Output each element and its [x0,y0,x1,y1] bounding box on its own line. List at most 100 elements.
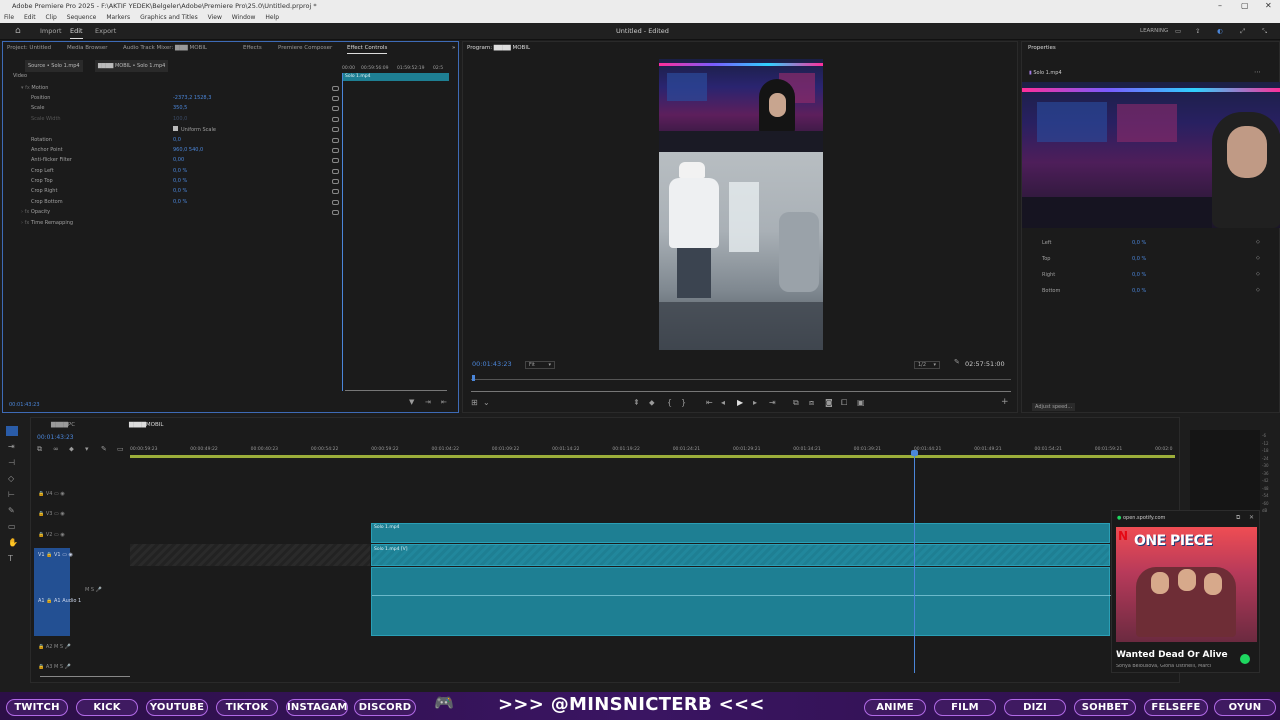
prop-scale-value[interactable]: 350,5 [173,105,187,111]
resolution-dropdown[interactable]: 1/2 ▾ [914,361,940,369]
pen-icon[interactable]: ✎ [8,506,15,515]
step-back-icon[interactable]: ◂ [721,398,725,407]
uniform-scale-checkbox[interactable]: Uniform Scale [173,126,216,133]
reset-icon[interactable] [332,117,339,122]
mark-out-icon[interactable]: } [681,398,686,407]
tab-premiere-composer[interactable]: Premiere Composer [278,42,332,54]
prop-position-value[interactable]: -2373,2 1528,3 [173,95,211,101]
liked-check-icon[interactable] [1240,654,1250,664]
progress-icon[interactable]: ◐ [1217,23,1223,40]
export-tab[interactable]: Export [95,23,116,40]
go-to-in-icon[interactable]: ⇤ [706,398,713,407]
tab-effect-controls[interactable]: Effect Controls [347,42,388,54]
step-forward-icon[interactable]: ▸ [753,398,757,407]
ripple-edit-icon[interactable]: ⊣ [8,458,15,467]
type-icon[interactable]: T [8,554,13,563]
track-v4-toggles[interactable]: 🔒 V4 ▭ ◉ [38,491,65,497]
reset-icon[interactable] [332,158,339,163]
wrench-small-icon[interactable]: ⌄ [483,398,490,407]
share-icon[interactable]: ⇪ [1195,23,1200,40]
keyframe-icon[interactable]: ◇ [1256,255,1260,261]
camera-icon[interactable]: ◙ [825,398,833,407]
prop-rotation-value[interactable]: 0,0 [173,137,181,143]
timeline-scrollbar[interactable] [40,676,130,677]
captions-icon[interactable]: ▭ [117,445,124,453]
timeline-tab-pc[interactable]: ▇▇▇▇PC [51,419,75,431]
prop-time-remapping[interactable]: › fx Time Remapping [21,220,73,226]
minimize-icon[interactable]: – [1218,0,1222,12]
adjust-speed-button[interactable]: Adjust speed... [1032,403,1076,411]
fullscreen-icon[interactable]: ⤢ [1240,23,1245,40]
prop-crop-right-value[interactable]: 0,0 % [173,188,187,194]
prop-motion[interactable]: ▾ fx Motion [21,85,48,91]
program-scrubber[interactable] [471,379,1011,380]
lift-icon[interactable]: ⇞ [633,398,640,407]
fullscreen-exit-icon[interactable]: ⤡ [1262,23,1267,40]
reset-icon[interactable] [332,179,339,184]
mini-clip-bar[interactable]: Solo 1.mp4 [343,73,449,81]
clip-v2[interactable]: Solo 1.mp4 [371,523,1110,543]
go-to-out-icon[interactable]: ⇥ [769,398,776,407]
prop-opacity[interactable]: › fx Opacity [21,209,50,215]
menu-graphics[interactable]: Graphics and Titles [140,14,198,21]
play-icon[interactable]: ▶ [737,398,743,407]
reset-icon[interactable] [332,127,339,132]
rectangle-icon[interactable]: ▭ [8,522,16,531]
reset-icon[interactable] [332,148,339,153]
menu-view[interactable]: View [208,14,222,21]
program-tab[interactable]: Program: ▇▇▇▇ MOBIL [467,42,530,54]
hand-icon[interactable]: ✋ [8,538,18,547]
album-cover[interactable]: N ONE PIECE [1116,527,1257,642]
menu-sequence[interactable]: Sequence [67,14,97,21]
filter-icon[interactable]: ▼ [409,398,414,406]
prop-crop-left-value[interactable]: 0,0 % [173,168,187,174]
prop-top-value[interactable]: 0,0 % [1132,256,1146,262]
menu-markers[interactable]: Markers [106,14,130,21]
reset-icon[interactable] [332,106,339,111]
marker-icon[interactable]: ⊞ [471,398,478,407]
reset-icon[interactable] [332,189,339,194]
tab-media-browser[interactable]: Media Browser [67,42,108,54]
track-a2-toggles[interactable]: 🔒 A2 M S 🎤 [38,644,71,650]
snap-icon[interactable]: ⧉ [37,445,42,454]
overwrite-icon[interactable]: ⧈ [809,398,814,408]
prop-anchor-value[interactable]: 960,0 540,0 [173,147,203,153]
work-area-bar[interactable] [130,455,1175,458]
sequence-clip-label[interactable]: ▇▇▇▇ MOBIL • Solo 1.mp4 [95,60,169,72]
keyframe-icon[interactable]: ◇ [1256,239,1260,245]
wrench-icon[interactable]: ✎ [954,358,960,366]
menu-help[interactable]: Help [265,14,279,21]
settings-icon[interactable]: ⇤ [441,398,447,406]
source-label[interactable]: Source • Solo 1.mp4 [25,60,83,72]
export-frame-icon[interactable]: ⇥ [425,398,431,406]
reset-icon[interactable] [332,138,339,143]
timeline-playhead[interactable] [914,451,915,673]
import-tab[interactable]: Import [40,23,62,40]
track-v1-toggles[interactable]: V1 🔒 V1 ▭ ◉ [38,552,73,558]
menu-clip[interactable]: Clip [46,14,57,21]
track-a1-msr[interactable]: M S 🎤 [85,587,102,593]
menu-window[interactable]: Window [232,14,256,21]
maximize-icon[interactable]: ▢ [1241,0,1249,12]
timeline-tab-mobil[interactable]: ▇▇▇▇MOBIL [129,419,163,431]
add-marker-icon[interactable]: ⬥ [649,398,655,408]
target-v1-a1[interactable] [34,548,70,636]
menu-edit[interactable]: Edit [24,14,36,21]
more-icon[interactable]: ⋯ [1254,68,1261,76]
keyframe-icon[interactable]: ◇ [1256,287,1260,293]
tab-audio-mixer[interactable]: Audio Track Mixer: ▇▇▇ MOBIL [123,42,207,54]
pip-expand-icon[interactable]: ⧉ [1236,514,1240,522]
add-button-icon[interactable]: + [1001,397,1009,407]
program-playhead[interactable] [472,375,475,381]
edit-tab[interactable]: Edit [70,23,83,39]
insert-icon[interactable]: ⧉ [793,398,799,408]
mark-in-icon[interactable]: { [667,398,672,407]
track-v3-toggles[interactable]: 🔒 V3 ▭ ◉ [38,511,65,517]
reset-icon[interactable] [332,200,339,205]
pip-close-icon[interactable]: ✕ [1249,514,1254,521]
clip-v1[interactable]: Solo 1.mp4 [V] [371,544,1110,566]
slip-icon[interactable]: ⊢ [8,490,15,499]
track-a3-toggles[interactable]: 🔒 A3 M S 🎤 [38,664,71,670]
close-icon[interactable]: ✕ [1265,0,1272,12]
home-icon[interactable]: ⌂ [15,23,21,40]
